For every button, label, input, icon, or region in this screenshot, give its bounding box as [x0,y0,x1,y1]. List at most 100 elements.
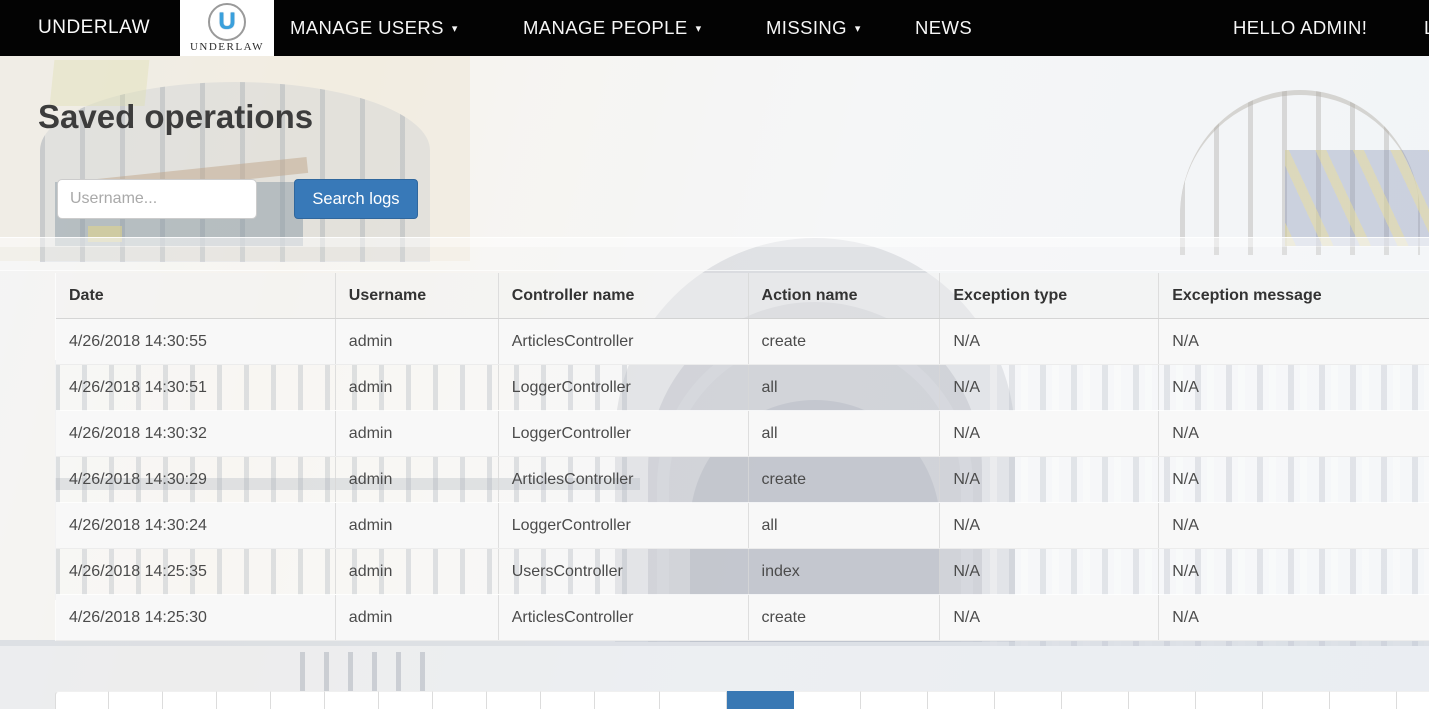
brand-link[interactable]: UNDERLAW [38,0,150,56]
pagination-page[interactable] [595,691,660,709]
pagination-page[interactable] [541,691,595,709]
table-row: 4/26/2018 14:30:32 admin LoggerController a… [56,411,1429,457]
background-brick-wall [0,56,470,261]
column-header: Username [336,273,499,318]
pagination-page[interactable] [660,691,727,709]
search-logs-button[interactable]: Search logs [294,179,418,219]
background-sign-right [1285,150,1429,246]
table-cell: 4/26/2018 14:25:35 [56,549,336,594]
chevron-down-icon: ▾ [695,22,702,35]
table-cell: admin [336,549,499,594]
chevron-down-icon: ▾ [451,22,458,35]
logo-u-letter: U [218,8,236,35]
chevron-down-icon: ▾ [854,22,861,35]
table-cell: create [749,595,941,640]
pagination-page[interactable] [379,691,433,709]
pagination-page-active[interactable] [727,691,794,709]
nav-item-news[interactable]: NEWS [915,0,972,56]
table-cell: N/A [940,319,1160,364]
column-header: Controller name [499,273,749,318]
table-cell: create [749,319,941,364]
table-cell: N/A [1159,365,1429,410]
table-row: 4/26/2018 14:25:30 admin ArticlesControlle… [56,595,1429,641]
pagination-page[interactable] [1129,691,1196,709]
table-cell: all [749,365,941,410]
navbar: UNDERLAW U UNDERLAW MANAGE USERS ▾ MANAGE … [0,0,1429,56]
table-cell: ArticlesController [499,595,749,640]
column-header: Action name [749,273,941,318]
table-cell: 4/26/2018 14:25:30 [56,595,336,640]
column-header: Exception type [940,273,1160,318]
pagination-page[interactable] [1397,691,1429,709]
table-cell: N/A [1159,549,1429,594]
table-cell: N/A [1159,411,1429,456]
table-cell: N/A [940,595,1160,640]
column-header: Date [56,273,336,318]
pagination-page[interactable] [1263,691,1330,709]
table-cell: 4/26/2018 14:30:29 [56,457,336,502]
table-row: 4/26/2018 14:30:24 admin LoggerController a… [56,503,1429,549]
table-cell: 4/26/2018 14:30:32 [56,411,336,456]
page-title: Saved operations [38,98,314,135]
pagination [55,691,1429,709]
table-cell: 4/26/2018 14:30:51 [56,365,336,410]
pagination-page[interactable] [217,691,271,709]
table-row: 4/26/2018 14:30:29 admin ArticlesControlle… [56,457,1429,503]
translucent-divider-strip [0,237,1429,247]
pagination-page[interactable] [271,691,325,709]
pagination-page[interactable] [1330,691,1397,709]
logo-wordmark: UNDERLAW [189,41,265,53]
pagination-page[interactable] [995,691,1062,709]
logout-link-partial[interactable]: L [1424,0,1429,56]
table-cell: admin [336,365,499,410]
table-cell: index [749,549,941,594]
table-cell: admin [336,503,499,548]
table-cell: LoggerController [499,503,749,548]
logo[interactable]: U UNDERLAW [180,0,274,56]
pagination-page[interactable] [861,691,928,709]
nav-item-missing[interactable]: MISSING ▾ [766,0,861,56]
column-header: Exception message [1159,273,1429,318]
table-cell: N/A [1159,503,1429,548]
saved-operations-table: Date Username Controller name Action name Ex… [55,273,1429,641]
pagination-page[interactable] [1196,691,1263,709]
table-cell: create [749,457,941,502]
table-cell: 4/26/2018 14:30:55 [56,319,336,364]
table-cell: N/A [1159,457,1429,502]
table-row: 4/26/2018 14:25:35 admin UsersController in… [56,549,1429,595]
pagination-page[interactable] [55,691,109,709]
table-cell: admin [336,595,499,640]
table-header-row: Date Username Controller name Action name Ex… [56,273,1429,319]
table-cell: ArticlesController [499,319,749,364]
table-cell: 4/26/2018 14:30:24 [56,503,336,548]
nav-item-manage-users[interactable]: MANAGE USERS ▾ [290,0,458,56]
pagination-page[interactable] [163,691,217,709]
username-search-input[interactable] [57,179,257,219]
greeting-text: HELLO ADMIN! [1233,17,1368,38]
table-cell: admin [336,319,499,364]
table-cell: LoggerController [499,365,749,410]
table-cell: all [749,411,941,456]
table-cell: N/A [940,365,1160,410]
table-cell: N/A [1159,319,1429,364]
logo-circle-icon: U [208,3,246,41]
table-row: 4/26/2018 14:30:51 admin LoggerController a… [56,365,1429,411]
table-cell: LoggerController [499,411,749,456]
pagination-page[interactable] [487,691,541,709]
background-arched-gate-right [1150,70,1429,255]
pagination-page[interactable] [1062,691,1129,709]
table-cell: N/A [940,503,1160,548]
table-cell: N/A [940,411,1160,456]
pagination-page[interactable] [325,691,379,709]
pagination-page[interactable] [109,691,163,709]
pagination-page[interactable] [928,691,995,709]
nav-item-manage-people[interactable]: MANAGE PEOPLE ▾ [523,0,701,56]
table-cell: all [749,503,941,548]
table-cell: admin [336,457,499,502]
pagination-page[interactable] [433,691,487,709]
table-cell: N/A [940,549,1160,594]
table-cell: N/A [1159,595,1429,640]
table-cell: admin [336,411,499,456]
table-cell: UsersController [499,549,749,594]
pagination-page[interactable] [794,691,861,709]
